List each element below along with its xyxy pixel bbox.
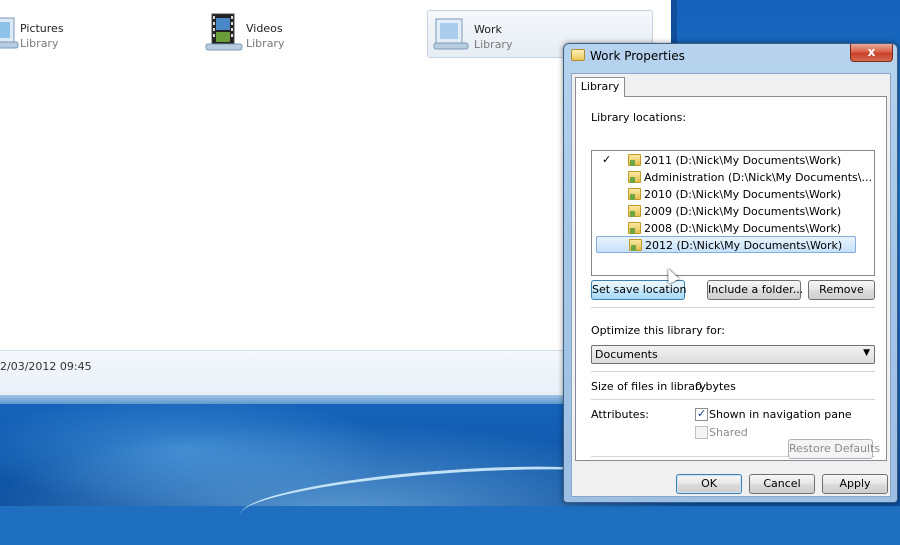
videos-library-icon <box>200 10 246 54</box>
divider <box>591 371 875 372</box>
library-item-videos[interactable]: Videos Library <box>200 10 360 58</box>
divider <box>591 307 875 308</box>
folder-icon <box>628 222 641 234</box>
location-path: 2011 (D:\Nick\My Documents\Work) <box>644 154 842 167</box>
shown-in-nav-label: Shown in navigation pane <box>709 408 852 421</box>
optimize-value: Documents <box>595 348 658 361</box>
restore-defaults-button: Restore Defaults <box>788 439 880 459</box>
apply-button[interactable]: Apply <box>822 474 888 494</box>
folder-icon <box>628 171 641 183</box>
folder-icon <box>628 154 641 166</box>
library-name: Videos <box>246 22 283 35</box>
location-path: 2010 (D:\Nick\My Documents\Work) <box>644 188 842 201</box>
list-item[interactable]: ✓ 2011 (D:\Nick\My Documents\Work) <box>596 152 856 169</box>
list-item[interactable]: 2010 (D:\Nick\My Documents\Work) <box>596 186 856 203</box>
location-path: 2008 (D:\Nick\My Documents\Work) <box>644 222 842 235</box>
library-name: Work <box>474 23 502 36</box>
pictures-library-icon <box>0 10 20 54</box>
location-path: 2009 (D:\Nick\My Documents\Work) <box>644 205 842 218</box>
library-tab-panel: Library locations: ✓ 2011 (D:\Nick\My Do… <box>575 96 887 461</box>
library-locations-list[interactable]: ✓ 2011 (D:\Nick\My Documents\Work) Admin… <box>591 150 875 276</box>
ok-button[interactable]: OK <box>676 474 742 494</box>
list-item[interactable]: 2009 (D:\Nick\My Documents\Work) <box>596 203 856 220</box>
cancel-button[interactable]: Cancel <box>749 474 815 494</box>
dialog-body: Library Library locations: ✓ 2011 (D:\Ni… <box>571 73 891 497</box>
check-icon: ✓ <box>602 153 612 166</box>
size-value: 0 bytes <box>695 380 736 393</box>
location-path: 2012 (D:\Nick\My Documents\Work) <box>645 239 843 252</box>
attributes-label: Attributes: <box>591 408 650 421</box>
list-item-selected[interactable]: 2012 (D:\Nick\My Documents\Work) <box>596 236 856 253</box>
list-item[interactable]: Administration (D:\Nick\My Documents\... <box>596 169 872 186</box>
optimize-label: Optimize this library for: <box>591 324 725 337</box>
library-type: Library <box>474 38 513 51</box>
shared-label: Shared <box>709 426 748 439</box>
tab-library[interactable]: Library <box>575 77 625 97</box>
list-item[interactable]: 2008 (D:\Nick\My Documents\Work) <box>596 220 856 237</box>
library-type: Library <box>246 37 285 50</box>
work-properties-dialog: Work Properties x Library Library locati… <box>563 43 898 503</box>
library-locations-label: Library locations: <box>591 111 687 124</box>
library-name: Pictures <box>20 22 64 35</box>
shown-in-nav-checkbox[interactable] <box>695 407 708 421</box>
library-icon <box>571 49 585 61</box>
work-library-icon <box>428 11 474 55</box>
folder-icon <box>628 188 641 200</box>
set-save-location-button[interactable]: Set save location <box>591 280 686 300</box>
shared-checkbox <box>695 426 708 439</box>
folder-icon <box>628 205 641 217</box>
library-item-pictures[interactable]: Pictures Library <box>0 10 134 58</box>
close-button[interactable]: x <box>850 44 893 62</box>
location-path: Administration (D:\Nick\My Documents\... <box>644 171 872 184</box>
dialog-title: Work Properties <box>590 49 685 63</box>
size-label: Size of files in library: <box>591 380 709 393</box>
divider <box>591 399 875 400</box>
library-type: Library <box>20 37 59 50</box>
folder-icon <box>629 239 642 251</box>
title-bar[interactable]: Work Properties x <box>564 44 897 68</box>
date-modified: 2/03/2012 09:45 <box>0 360 92 373</box>
close-icon: x <box>867 45 876 59</box>
include-folder-button[interactable]: Include a folder... <box>707 280 803 300</box>
remove-button[interactable]: Remove <box>808 280 875 300</box>
chevron-down-icon: ▼ <box>863 348 870 358</box>
optimize-dropdown[interactable]: Documents ▼ <box>591 345 875 364</box>
